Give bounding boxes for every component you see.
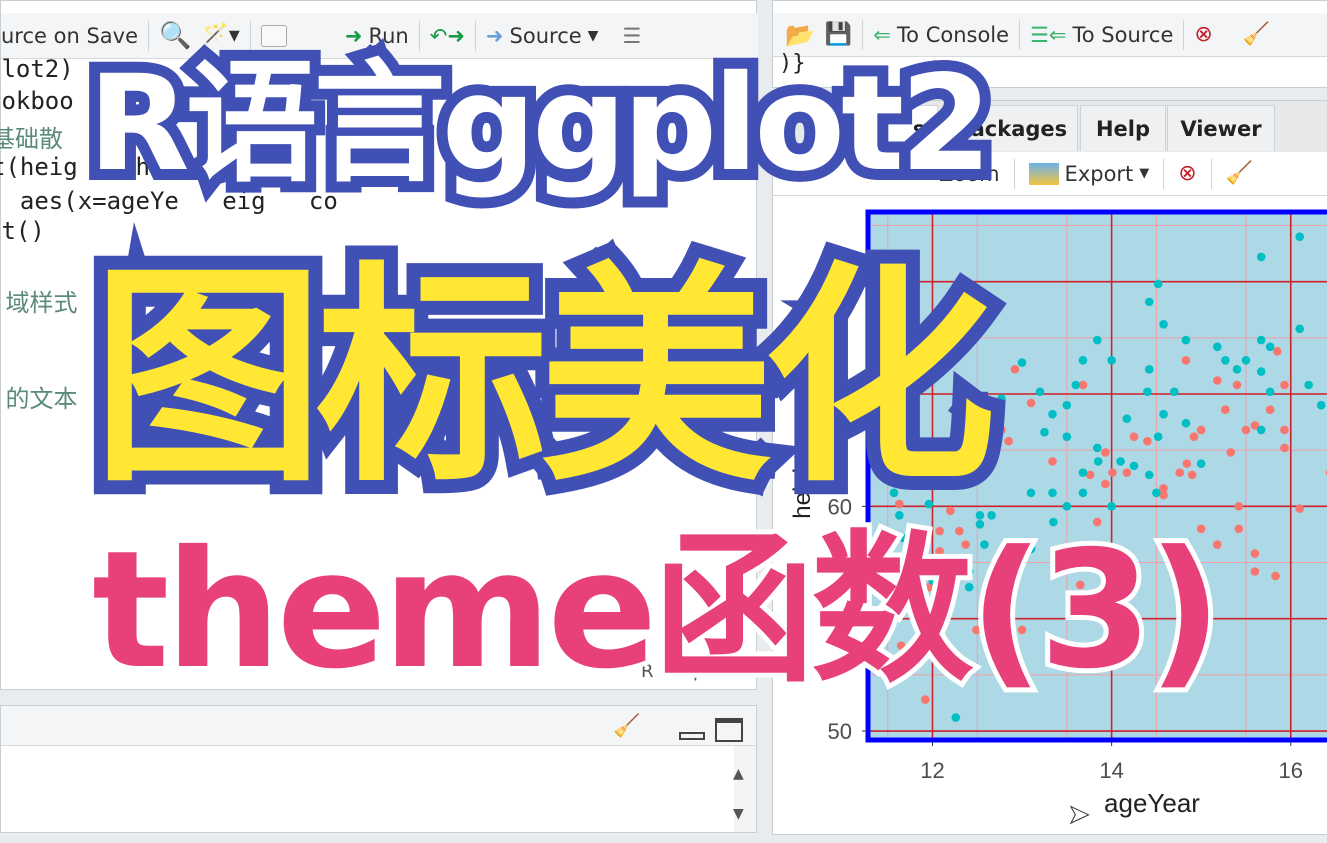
data-point (1159, 320, 1168, 329)
data-point (1092, 335, 1102, 345)
data-point (1144, 364, 1154, 374)
x-tick-label: 14 (1099, 758, 1123, 783)
data-point (1181, 355, 1191, 365)
data-point (1004, 436, 1013, 446)
data-point (1265, 387, 1275, 397)
data-point (1062, 400, 1072, 410)
data-point (1221, 405, 1230, 415)
data-point (1101, 448, 1110, 457)
data-point (1232, 364, 1242, 374)
cursor-icon: ➤ (1068, 800, 1091, 831)
data-point (1295, 504, 1304, 513)
data-point (1226, 448, 1236, 457)
data-point (1092, 443, 1102, 453)
data-point (1040, 427, 1049, 437)
data-point (1295, 232, 1304, 242)
data-point (1062, 502, 1072, 511)
data-point (1295, 324, 1304, 334)
data-point (1107, 502, 1116, 511)
data-point (1265, 342, 1275, 352)
data-point (1280, 443, 1289, 453)
data-point (1078, 355, 1088, 365)
overlay-title-line3: theme函数(3) (87, 517, 1227, 705)
data-point (1144, 470, 1154, 480)
data-point (1129, 432, 1139, 441)
data-point (1212, 376, 1222, 385)
data-point (1189, 432, 1199, 441)
data-point (1026, 488, 1036, 498)
data-point (1273, 347, 1282, 356)
data-point (1212, 342, 1222, 352)
data-point (1153, 432, 1163, 441)
data-point (1304, 380, 1313, 390)
data-point (1256, 425, 1266, 435)
x-tick-label: 12 (920, 758, 944, 783)
data-point (1256, 252, 1266, 262)
data-point (1048, 457, 1057, 466)
data-point (1250, 549, 1260, 558)
data-point (1241, 425, 1251, 435)
data-point (1107, 355, 1116, 365)
data-point (1221, 355, 1230, 365)
data-point (1116, 457, 1125, 466)
data-point (1250, 567, 1260, 576)
data-point (1144, 297, 1154, 307)
data-point (1265, 405, 1275, 415)
data-point (1143, 436, 1152, 446)
data-point (1078, 468, 1088, 477)
data-point (1271, 571, 1280, 581)
data-point (1129, 461, 1139, 471)
data-point (1170, 387, 1179, 397)
x-axis-title: ageYear (1104, 788, 1200, 818)
data-point (1175, 468, 1184, 477)
data-point (1234, 502, 1244, 511)
data-point (1101, 479, 1110, 489)
data-point (1181, 418, 1191, 428)
data-point (1159, 409, 1168, 419)
data-point (951, 713, 961, 722)
data-point (1071, 380, 1081, 390)
data-point (1280, 425, 1289, 435)
data-point (1078, 488, 1088, 498)
data-point (1256, 335, 1266, 345)
data-point (1062, 432, 1072, 441)
y-tick-label: 50 (828, 719, 852, 744)
data-point (997, 425, 1006, 435)
data-point (1010, 364, 1020, 374)
data-point (1048, 488, 1057, 498)
data-point (1026, 398, 1036, 408)
data-point (1280, 380, 1289, 390)
data-point (1182, 459, 1192, 468)
data-point (1152, 488, 1161, 498)
data-point (1196, 425, 1206, 435)
data-point (1153, 279, 1163, 289)
data-point (1181, 335, 1191, 345)
data-point (1316, 400, 1326, 410)
overlay-title-line1: R语言ggplot2 (77, 47, 1003, 201)
data-point (1108, 468, 1117, 477)
data-point (1093, 457, 1103, 466)
data-point (1143, 387, 1152, 397)
data-point (1122, 414, 1132, 424)
data-point (1234, 524, 1244, 534)
data-point (1196, 459, 1206, 468)
data-point (1256, 367, 1266, 376)
data-point (1048, 409, 1057, 419)
data-point (997, 394, 1006, 403)
x-tick-label: 16 (1278, 758, 1302, 783)
overlay-title-line2: 图标美化 (78, 243, 1010, 513)
data-point (1035, 387, 1045, 397)
data-point (1241, 355, 1251, 365)
data-point (1122, 468, 1132, 477)
data-point (1232, 380, 1242, 390)
data-point (1017, 358, 1027, 367)
data-point (1187, 470, 1197, 480)
